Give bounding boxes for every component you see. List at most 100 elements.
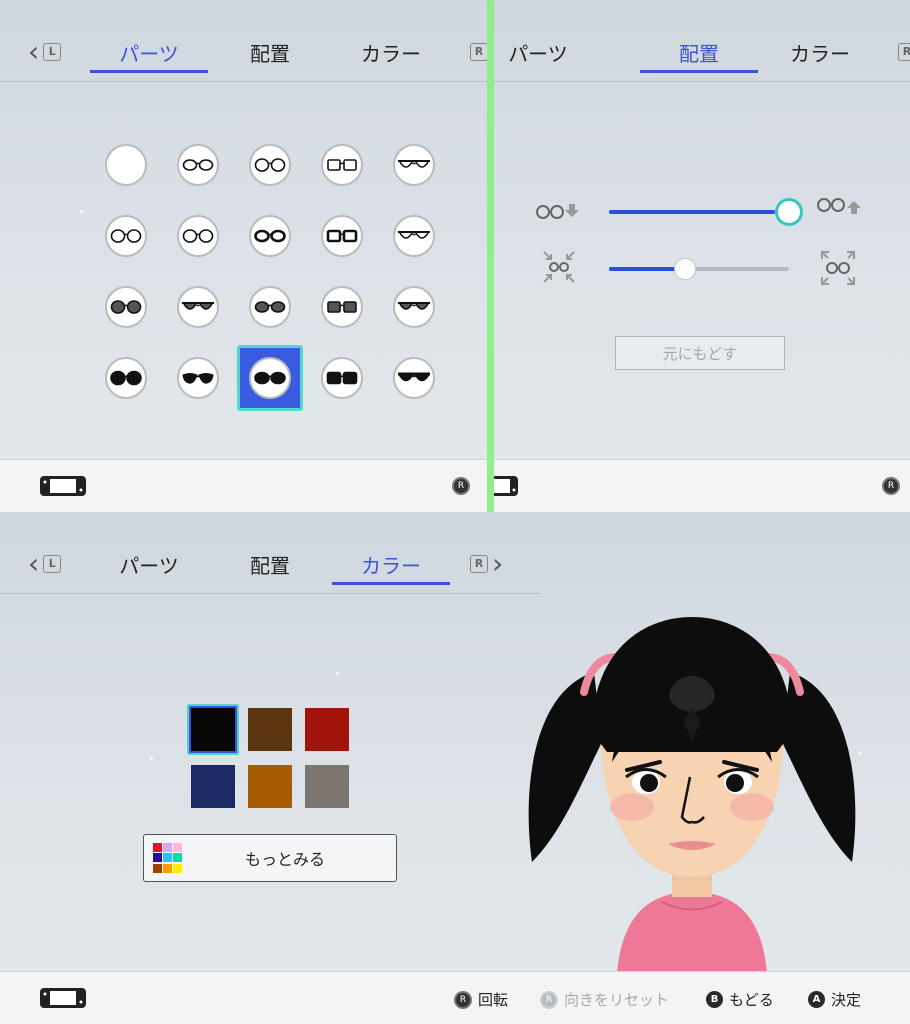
tab-color[interactable]: カラー bbox=[761, 38, 879, 67]
size-smaller-icon bbox=[536, 204, 579, 219]
tab-parts[interactable]: パーツ bbox=[90, 38, 208, 73]
tab-color[interactable]: カラー bbox=[332, 38, 450, 67]
glasses-option[interactable] bbox=[105, 357, 147, 399]
no-glasses-icon bbox=[109, 156, 143, 174]
l-button-badge: L bbox=[43, 43, 62, 61]
color-swatch[interactable] bbox=[305, 765, 349, 808]
glasses-option[interactable] bbox=[177, 144, 219, 186]
tab-placement[interactable]: 配置 bbox=[211, 38, 329, 67]
size-slider-knob[interactable] bbox=[775, 198, 803, 226]
glasses-option[interactable] bbox=[393, 215, 435, 257]
footer-bar: R bbox=[494, 459, 910, 512]
wrap-sunglasses-icon bbox=[182, 373, 214, 384]
more-colors-button[interactable]: もっとみる bbox=[143, 834, 397, 882]
glasses-option[interactable] bbox=[105, 144, 147, 186]
r-button-badge: R bbox=[470, 555, 488, 573]
color-swatch[interactable] bbox=[305, 708, 349, 751]
thick-square-glasses-icon bbox=[326, 229, 358, 243]
tab-parts[interactable]: パーツ bbox=[494, 38, 597, 67]
glasses-option[interactable] bbox=[105, 215, 147, 257]
tab-underline bbox=[0, 81, 490, 82]
square-glasses-icon bbox=[327, 159, 357, 171]
sparkle bbox=[150, 757, 153, 760]
a-button-icon: A bbox=[808, 991, 825, 1008]
glasses-option[interactable] bbox=[321, 286, 363, 328]
glasses-option[interactable] bbox=[177, 215, 219, 257]
glasses-option[interactable] bbox=[249, 286, 291, 328]
sparkle bbox=[80, 210, 83, 213]
more-colors-label: もっとみる bbox=[244, 850, 325, 869]
glasses-option[interactable] bbox=[393, 144, 435, 186]
square-sunglasses-icon bbox=[326, 371, 358, 385]
color-swatch[interactable] bbox=[248, 708, 292, 751]
back-hint[interactable]: B もどる bbox=[706, 989, 774, 1010]
size-larger-icon bbox=[817, 198, 861, 214]
color-swatch[interactable] bbox=[248, 765, 292, 808]
glasses-option[interactable] bbox=[249, 357, 291, 399]
aviator-sunglasses-icon bbox=[398, 372, 430, 382]
tinted-round-glasses-icon bbox=[110, 300, 142, 314]
color-swatch[interactable] bbox=[191, 765, 235, 808]
handheld-console-icon bbox=[40, 476, 86, 496]
right-stick-press-icon: R bbox=[540, 990, 558, 1009]
glasses-option[interactable] bbox=[249, 215, 291, 257]
glasses-option[interactable] bbox=[321, 357, 363, 399]
handheld-console-icon bbox=[494, 476, 518, 496]
rotate-hint: R bbox=[452, 477, 470, 495]
tinted-oval-glasses-icon bbox=[254, 301, 286, 313]
rounded-glasses-icon bbox=[254, 158, 286, 172]
rotate-hint[interactable]: R 回転 bbox=[454, 989, 508, 1010]
confirm-label: 決定 bbox=[831, 991, 862, 1009]
thick-oval-glasses-icon bbox=[254, 229, 286, 243]
position-slider[interactable] bbox=[609, 267, 789, 271]
glasses-option[interactable] bbox=[321, 215, 363, 257]
glasses-option[interactable] bbox=[177, 286, 219, 328]
mii-avatar bbox=[528, 617, 856, 974]
glasses-option[interactable] bbox=[393, 286, 435, 328]
tab-bar: ‹ L パーツ 配置 カラー R › bbox=[0, 512, 540, 594]
round-sunglasses-icon bbox=[110, 370, 142, 386]
right-stick-icon: R bbox=[882, 477, 900, 495]
right-stick-icon: R bbox=[454, 990, 472, 1009]
confirm-hint[interactable]: A 決定 bbox=[808, 989, 861, 1010]
reset-placement-button[interactable]: 元にもどす bbox=[615, 336, 785, 370]
tab-placement[interactable]: 配置 bbox=[211, 550, 329, 579]
position-slider-knob[interactable] bbox=[673, 258, 696, 280]
chevron-left-icon: ‹ bbox=[28, 35, 40, 68]
glasses-option[interactable] bbox=[321, 144, 363, 186]
tab-bar: ‹ L パーツ 配置 カラー R bbox=[0, 0, 490, 82]
thin-round-glasses-icon bbox=[182, 229, 214, 243]
r-button-badge: R bbox=[470, 43, 488, 61]
reset-view-hint: R 向きをリセット bbox=[540, 989, 669, 1010]
glasses-option[interactable] bbox=[177, 357, 219, 399]
tab-bar: パーツ 配置 カラー R bbox=[494, 0, 910, 82]
prev-tab-button[interactable]: ‹ L bbox=[28, 550, 62, 578]
prev-tab-button[interactable]: ‹ L bbox=[28, 35, 62, 68]
color-swatch[interactable] bbox=[189, 706, 237, 753]
glasses-option[interactable] bbox=[105, 286, 147, 328]
spacing-wider-icon bbox=[821, 251, 855, 285]
tinted-square-glasses-icon bbox=[327, 301, 357, 313]
tab-underline bbox=[0, 593, 540, 594]
next-tab-button[interactable]: R › bbox=[470, 550, 503, 578]
tab-placement[interactable]: 配置 bbox=[640, 38, 758, 73]
next-tab-button[interactable]: R bbox=[898, 38, 910, 66]
handheld-console-icon bbox=[40, 988, 86, 1008]
tab-parts[interactable]: パーツ bbox=[90, 550, 208, 579]
round-glasses-icon bbox=[110, 229, 142, 243]
glasses-option[interactable] bbox=[393, 357, 435, 399]
b-button-icon: B bbox=[706, 991, 723, 1008]
back-label: もどる bbox=[729, 991, 774, 1009]
tab-color[interactable]: カラー bbox=[332, 550, 450, 585]
half-rim-glasses-icon bbox=[398, 160, 430, 168]
panel-divider bbox=[487, 0, 494, 512]
tinted-browline-glasses-icon bbox=[398, 302, 430, 310]
size-slider[interactable] bbox=[609, 210, 789, 214]
glasses-option[interactable] bbox=[249, 144, 291, 186]
tab-underline bbox=[494, 81, 910, 82]
spacing-narrower-icon bbox=[543, 251, 575, 283]
rotate-label: 回転 bbox=[478, 991, 509, 1009]
next-tab-button[interactable]: R bbox=[470, 38, 488, 66]
sparkle bbox=[858, 752, 861, 755]
reset-view-label: 向きをリセット bbox=[564, 991, 670, 1009]
